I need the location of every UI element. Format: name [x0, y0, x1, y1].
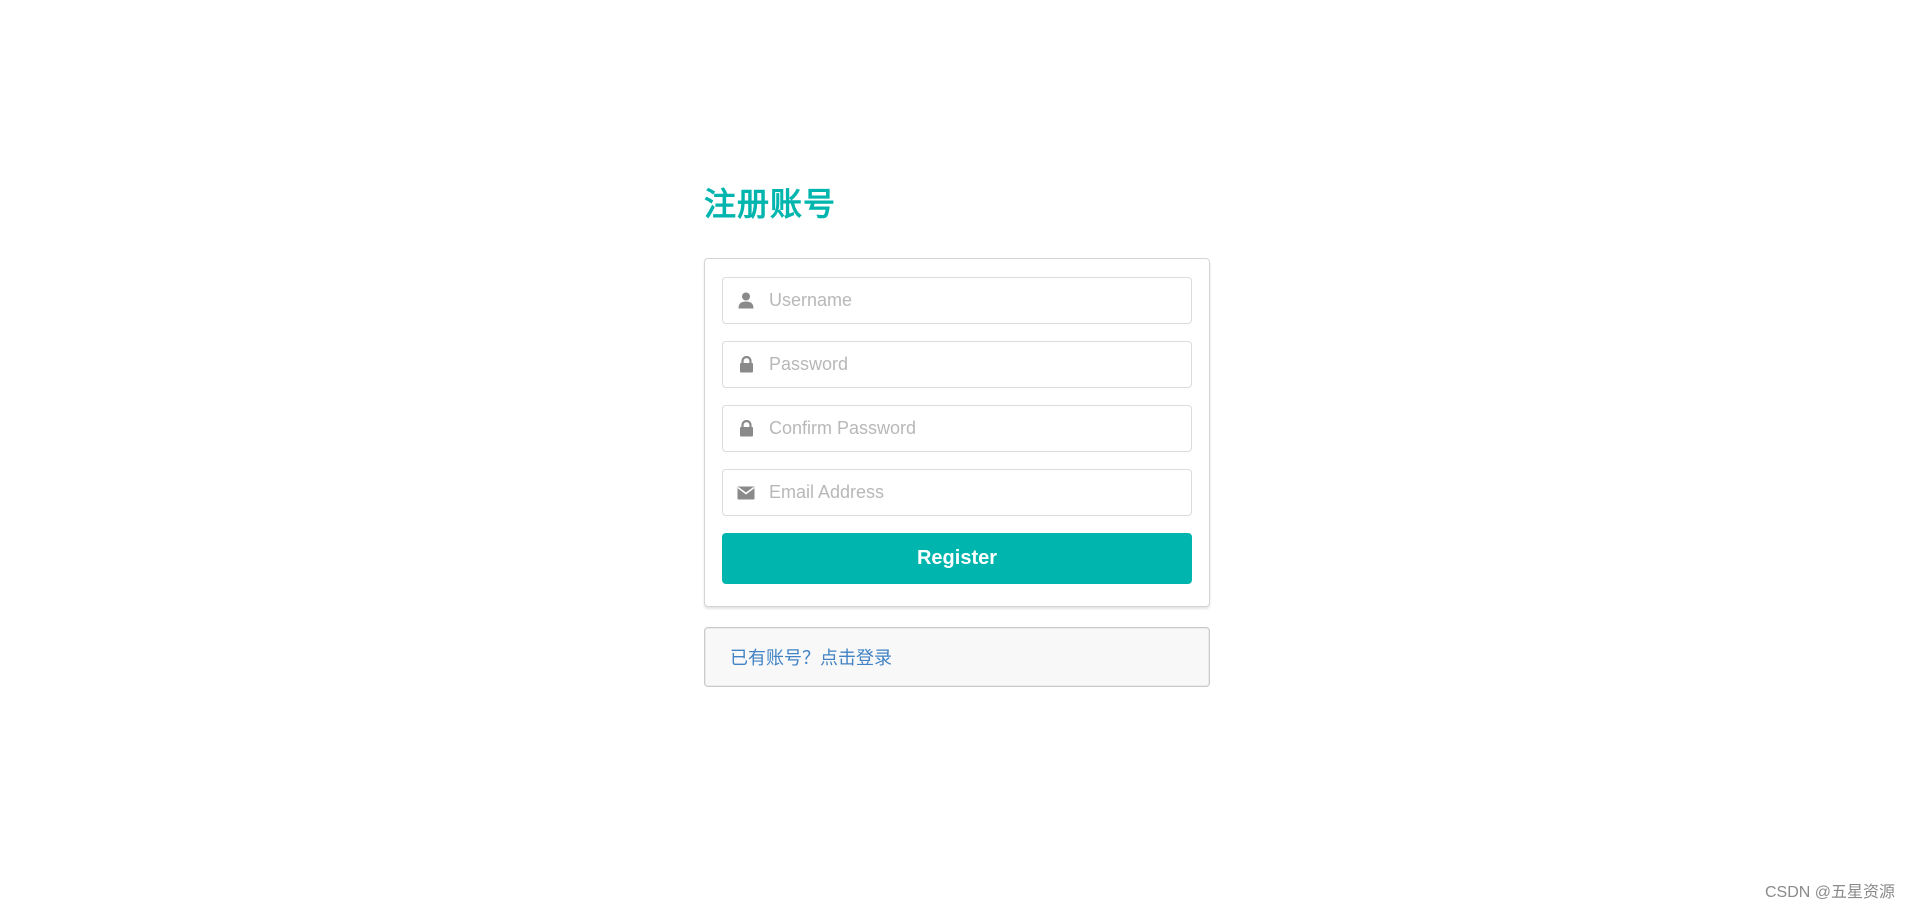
page-title: 注册账号	[704, 186, 837, 222]
username-input[interactable]	[769, 278, 1191, 323]
register-form: Register	[704, 258, 1210, 607]
login-link[interactable]: 已有账号？点击登录	[730, 644, 892, 670]
username-field[interactable]	[722, 277, 1192, 324]
password-input[interactable]	[769, 342, 1191, 387]
envelope-icon	[723, 470, 769, 515]
lock-icon	[723, 342, 769, 387]
lock-icon	[723, 406, 769, 451]
confirm-password-field[interactable]	[722, 405, 1192, 452]
email-input[interactable]	[769, 470, 1191, 515]
page: 注册账号 Username Email Address Register 已有账…	[0, 0, 1907, 912]
watermark: CSDN @五星资源	[1764, 884, 1895, 901]
register-panel: 注册账号 Username Email Address Register 已有账…	[704, 186, 1210, 687]
login-message: 已有账号？点击登录	[704, 627, 1210, 687]
register-button[interactable]: Register	[722, 533, 1192, 584]
user-icon	[723, 278, 769, 323]
email-field[interactable]	[722, 469, 1192, 516]
password-field[interactable]	[722, 341, 1192, 388]
confirm-password-input[interactable]	[769, 406, 1191, 451]
